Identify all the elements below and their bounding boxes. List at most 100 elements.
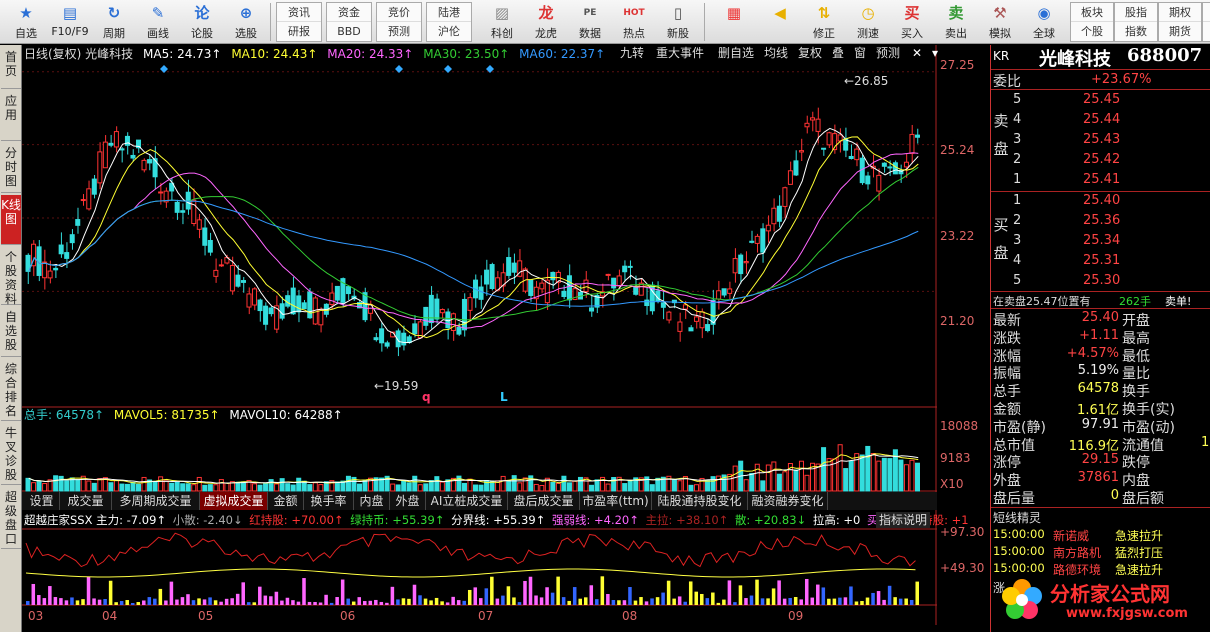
chart-tag-4[interactable]: 复权 (795, 45, 825, 62)
toolbar-grid-item[interactable]: 指数 (1115, 22, 1157, 41)
toolbar-grid-item[interactable]: 股指 (1115, 3, 1157, 22)
toolbar-grid-group[interactable]: 陆港 沪伦 (426, 2, 472, 42)
nav-item-4[interactable]: 个股资料 (1, 247, 21, 306)
buy-price[interactable]: 25.30 (1083, 273, 1120, 288)
toolbar-grid-item[interactable]: 期权 (1159, 3, 1201, 22)
toolbar-grid-item[interactable]: 基金 (1203, 22, 1210, 41)
sell-price[interactable]: 25.44 (1083, 112, 1120, 127)
tab-5[interactable]: 换手率 (304, 492, 354, 510)
toolbar-chat-button[interactable]: 论论股 (180, 2, 224, 42)
sell-price[interactable]: 25.43 (1083, 132, 1120, 147)
kline-chart-svg[interactable]: ←26.85 ←19.59 q L 03 04 05 06 07 08 09 (22, 45, 937, 625)
toolbar-grid-item[interactable]: 研报 (277, 22, 321, 41)
tab-0[interactable]: 设置 (24, 492, 60, 510)
toolbar-clock-button[interactable]: ↻ 周期 (92, 2, 136, 42)
toolbar-hot-button[interactable]: HOT 热点 (612, 2, 656, 42)
toolbar-grid-item[interactable]: 板块 (1071, 3, 1113, 22)
toolbar-timer-button[interactable]: ◷ 测速 (846, 2, 890, 42)
toolbar-grid-item[interactable]: 陆港 (427, 3, 471, 22)
chart-tag-1[interactable]: 重大事件 (653, 45, 707, 62)
tab-9[interactable]: 盘后成交量 (508, 492, 580, 510)
buy-price[interactable]: 25.31 (1083, 253, 1120, 268)
chart-tag-3[interactable]: 均线 (761, 45, 791, 62)
toolbar-grid-item[interactable]: 资金 (327, 3, 371, 22)
chart-close-icon[interactable]: ✕ (909, 45, 925, 62)
tab-1[interactable]: 成交量 (60, 492, 112, 510)
toolbar-grid-item[interactable]: 资讯 (277, 3, 321, 22)
toolbar-grid-group[interactable]: 期权 期货 (1158, 2, 1202, 42)
indicator-bar (534, 595, 538, 605)
tab-7[interactable]: 外盘 (390, 492, 426, 510)
chart-tag-0[interactable]: 九转 (617, 45, 647, 62)
sell-price[interactable]: 25.41 (1083, 172, 1120, 187)
nav-item-0[interactable]: 首页 (1, 47, 21, 89)
candle-body (705, 324, 711, 332)
chart-tag-5[interactable]: 叠 (829, 45, 847, 62)
tab-8[interactable]: AI立桩成交量 (426, 492, 508, 510)
news-stock[interactable]: 新诺威 (1053, 527, 1089, 544)
chart-title: 日线(复权) 光峰科技 (24, 47, 134, 61)
buy-price[interactable]: 25.34 (1083, 233, 1120, 248)
toolbar-hammer-button[interactable]: ⚒ 模拟 (978, 2, 1022, 42)
toolbar-pencil-button[interactable]: ✎ 画线 (136, 2, 180, 42)
news-stock[interactable]: 南方路机 (1053, 544, 1101, 561)
toolbar-grid-group[interactable]: 竞价 预测 (376, 2, 422, 42)
toolbar-arrow-left-button[interactable]: ◀ (758, 2, 802, 42)
chart-dropdown-icon[interactable]: ▾ (929, 45, 941, 62)
toolbar-grid-item[interactable]: 预测 (377, 22, 421, 41)
kline-chart-area[interactable]: ←26.85 ←19.59 q L 03 04 05 06 07 08 09 (22, 45, 937, 625)
toolbar-grid-group[interactable]: 债券基金 (1202, 2, 1210, 42)
chart-tag-6[interactable]: 窗 (851, 45, 869, 62)
toolbar-arrow-updown-button[interactable]: ⇅ 修正 (802, 2, 846, 42)
volume-bar (191, 484, 197, 492)
toolbar-dragon-button[interactable]: 龙龙虎 (524, 2, 568, 42)
toolbar-grid-item[interactable]: BBD (327, 22, 371, 41)
nav-item-6[interactable]: 综合排名 (1, 359, 21, 421)
toolbar-grid-group[interactable]: 资金 BBD (326, 2, 372, 42)
nav-item-2[interactable]: 分时图 (1, 143, 21, 193)
chart-tag-7[interactable]: 预测 (873, 45, 903, 62)
toolbar-phone-button[interactable]: ▯ 新股 (656, 2, 700, 42)
toolbar-buy-button[interactable]: 买买入 (890, 2, 934, 42)
nav-item-8[interactable]: 超级盘口 (1, 487, 21, 549)
candle-body (754, 235, 760, 244)
sell-price[interactable]: 25.42 (1083, 152, 1120, 167)
toolbar-grid-color-button[interactable]: ▦ (712, 2, 756, 42)
volume-bar (693, 484, 700, 492)
toolbar-chart-button[interactable]: ▨ 科创 (480, 2, 524, 42)
tab-6[interactable]: 内盘 (354, 492, 390, 510)
toolbar-grid-item[interactable]: 个股 (1071, 22, 1113, 41)
nav-item-3[interactable]: K线图 (1, 195, 21, 245)
toolbar-grid-group[interactable]: 股指 指数 (1114, 2, 1158, 42)
toolbar-grid-item[interactable]: 期货 (1159, 22, 1201, 41)
ind-rqx: 强弱线: +4.20↑ (551, 513, 639, 527)
buy-price[interactable]: 25.40 (1083, 193, 1120, 208)
nav-item-1[interactable]: 应用 (1, 91, 21, 141)
sell-price[interactable]: 25.45 (1083, 92, 1120, 107)
toolbar-grid-item[interactable]: 沪伦 (427, 22, 471, 41)
toolbar-grid-group[interactable]: 资讯 研报 (276, 2, 322, 42)
toolbar-globe-button[interactable]: ◉ 全球 (1022, 2, 1066, 42)
toolbar-document-button[interactable]: ▤ F10/F9 (48, 2, 92, 42)
tab-12[interactable]: 融资融券变化 (748, 492, 828, 510)
indicator-bar (744, 598, 748, 605)
tab-11[interactable]: 陆股通持股变化 (652, 492, 748, 510)
toolbar-grid-group[interactable]: 板块 个股 (1070, 2, 1114, 42)
chart-tag-2[interactable]: 删自选 (715, 45, 757, 62)
toolbar-magnify-chart-button[interactable]: ⊕ 选股 (224, 2, 268, 42)
tab-3[interactable]: 虚拟成交量 (200, 492, 268, 510)
toolbar-pe-button[interactable]: PE 数据 (568, 2, 612, 42)
tab-2[interactable]: 多周期成交量 (112, 492, 200, 510)
candle-body (589, 307, 595, 312)
toolbar-star-button[interactable]: ★ 自选 (4, 2, 48, 42)
nav-item-7[interactable]: 牛叉诊股 (1, 423, 21, 485)
tab-4[interactable]: 金额 (268, 492, 304, 510)
buy-price[interactable]: 25.36 (1083, 213, 1120, 228)
indicator-help-button[interactable]: 指标说明 (876, 512, 931, 528)
indicator-bar (467, 589, 472, 605)
toolbar-grid-item[interactable]: 债券 (1203, 3, 1210, 22)
nav-item-5[interactable]: 自选股 (1, 307, 21, 357)
tab-10[interactable]: 市盈率(ttm) (580, 492, 652, 510)
toolbar-sell-button[interactable]: 卖卖出 (934, 2, 978, 42)
toolbar-grid-item[interactable]: 竞价 (377, 3, 421, 22)
